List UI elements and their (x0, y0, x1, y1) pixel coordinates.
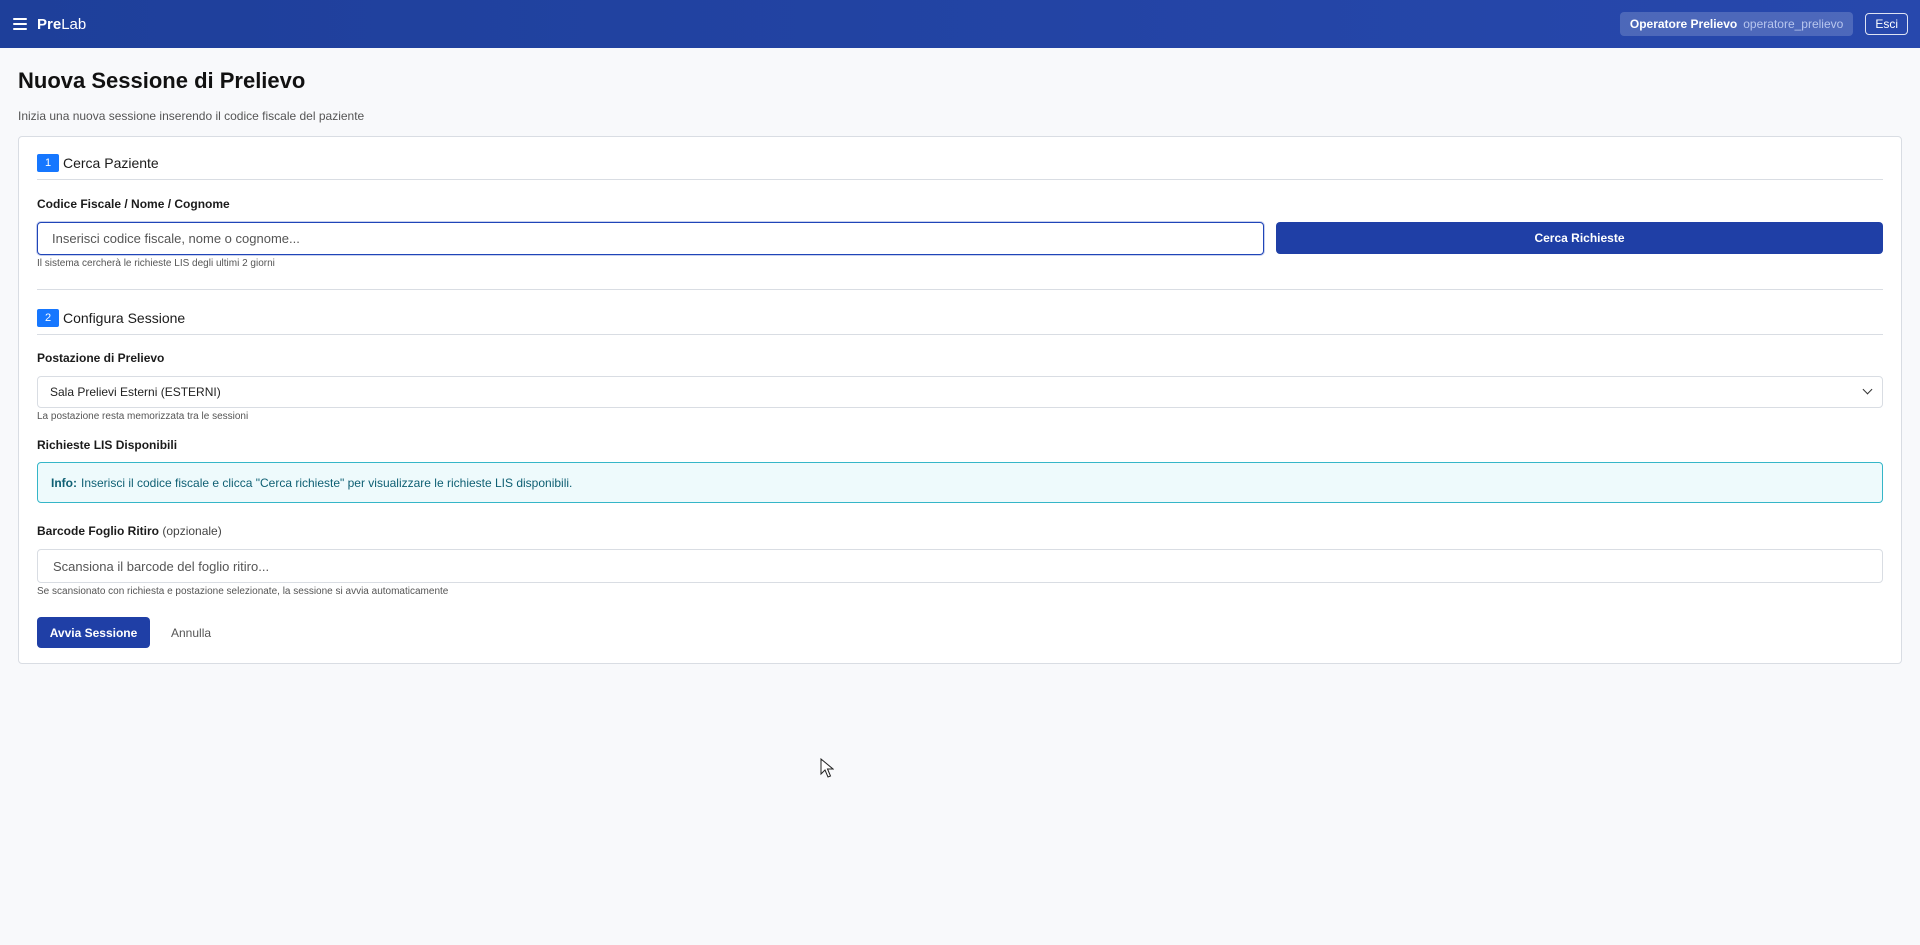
logout-button[interactable]: Esci (1865, 13, 1908, 35)
session-form-card: 1 Cerca Paziente Codice Fiscale / Nome /… (18, 136, 1902, 664)
hamburger-menu-icon[interactable] (13, 18, 27, 30)
brand-logo[interactable]: PreLab (37, 16, 86, 33)
info-prefix: Info: (51, 475, 77, 490)
barcode-input[interactable] (37, 549, 1883, 583)
barcode-help: Se scansionato con richiesta e postazion… (37, 586, 449, 597)
station-label: Postazione di Prelievo (37, 351, 165, 365)
start-session-button[interactable]: Avvia Sessione (37, 617, 150, 648)
section-title-search-patient: Cerca Paziente (63, 155, 159, 171)
station-select[interactable]: Sala Prelievi Esterni (ESTERNI) (37, 376, 1883, 408)
station-select-value[interactable]: Sala Prelievi Esterni (ESTERNI) (37, 376, 1883, 408)
section-divider (37, 289, 1883, 290)
search-requests-button[interactable]: Cerca Richieste (1276, 222, 1883, 254)
step-badge-2: 2 (37, 309, 59, 327)
barcode-optional-hint: (opzionale) (162, 524, 222, 538)
step-badge-1: 1 (37, 154, 59, 172)
mouse-cursor-icon (820, 758, 834, 778)
top-navbar: PreLab Operatore Prelievo operatore_prel… (0, 0, 1920, 48)
patient-search-input[interactable] (37, 222, 1264, 255)
user-info-badge: Operatore Prelievo operatore_prelievo (1619, 12, 1854, 36)
patient-search-help: Il sistema cercherà le richieste LIS deg… (37, 258, 275, 269)
page-subtitle: Inizia una nuova sessione inserendo il c… (18, 109, 365, 123)
section-header-search-patient: 1 Cerca Paziente (37, 154, 1883, 180)
station-help: La postazione resta memorizzata tra le s… (37, 411, 249, 422)
patient-search-label: Codice Fiscale / Nome / Cognome (37, 197, 230, 211)
main-content: Nuova Sessione di Prelievo Inizia una nu… (0, 68, 1920, 664)
section-header-configure-session: 2 Configura Sessione (37, 309, 1883, 335)
section-title-configure-session: Configura Sessione (63, 310, 186, 326)
lis-requests-label: Richieste LIS Disponibili (37, 438, 178, 452)
barcode-label: Barcode Foglio Ritiro (opzionale) (37, 524, 222, 538)
user-role: Operatore Prelievo (1629, 17, 1738, 31)
form-actions: Avvia Sessione Annulla (37, 617, 1883, 648)
cancel-button[interactable]: Annulla (171, 626, 211, 640)
user-login: operatore_prelievo (1743, 17, 1844, 31)
info-message: Inserisci il codice fiscale e clicca "Ce… (81, 475, 573, 490)
lis-requests-info-alert: Info: Inserisci il codice fiscale e clic… (37, 462, 1883, 503)
page-title: Nuova Sessione di Prelievo (18, 68, 306, 93)
